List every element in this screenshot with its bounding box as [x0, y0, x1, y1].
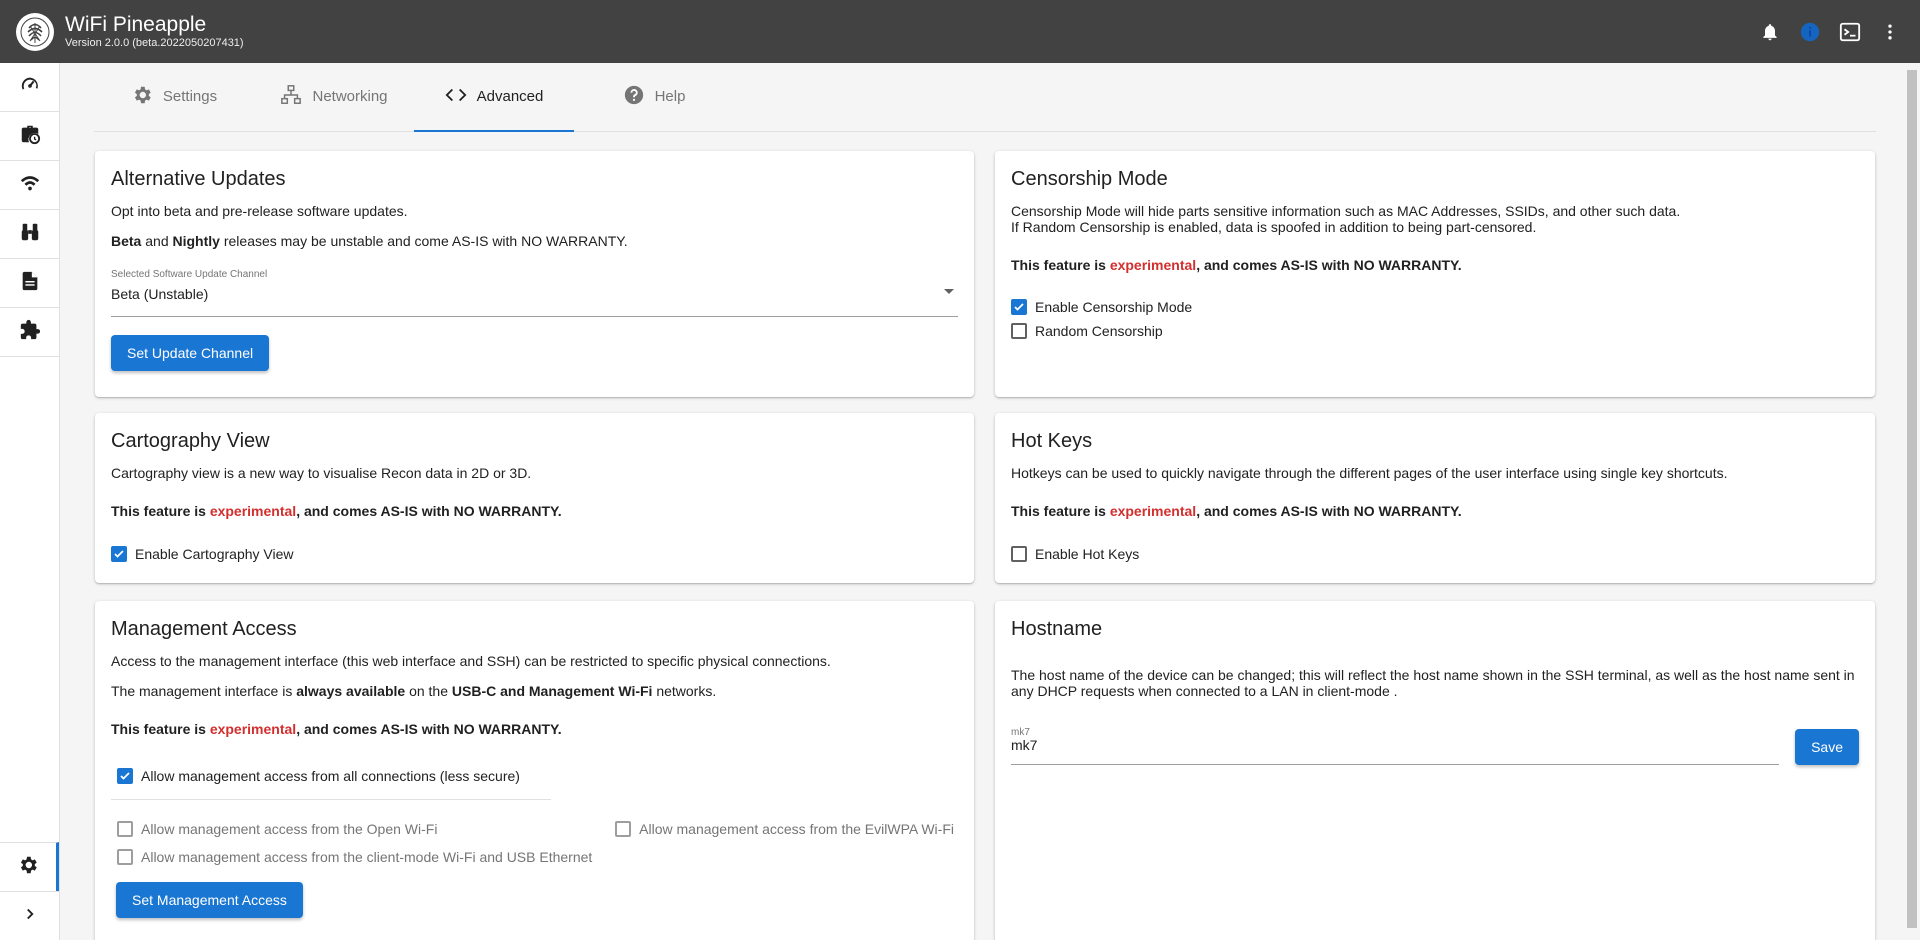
tab-label: Settings — [162, 88, 218, 105]
enable-hotkeys-row[interactable]: Enable Hot Keys — [1011, 545, 1859, 563]
set-management-access-button[interactable]: Set Management Access — [116, 882, 303, 918]
tab-networking[interactable]: Networking — [254, 62, 414, 131]
tab-label: Advanced — [476, 88, 544, 105]
sidebar-item-modules[interactable] — [0, 308, 59, 357]
enable-cartography-label: Enable Cartography View — [135, 546, 294, 562]
sidebar-item-settings[interactable] — [0, 842, 59, 891]
hostname-desc: The host name of the device can be chang… — [1011, 667, 1855, 699]
allow-open-wifi-checkbox[interactable] — [117, 821, 133, 837]
allow-all-row[interactable]: Allow management access from all connect… — [117, 767, 958, 785]
tab-label: Help — [654, 88, 686, 105]
hotkeys-card: Hot Keys Hotkeys can be used to quickly … — [995, 413, 1875, 583]
allow-open-wifi-label: Allow management access from the Open Wi… — [141, 821, 438, 837]
hostname-card: Hostname The host name of the device can… — [995, 601, 1875, 940]
puzzle-icon — [19, 319, 41, 346]
sidebar — [0, 63, 60, 940]
cartography-desc: Cartography view is a new way to visuali… — [111, 465, 532, 481]
app-title: WiFi Pineapple — [65, 13, 207, 36]
tab-help[interactable]: Help — [574, 62, 734, 131]
hotkeys-title: Hot Keys — [1011, 430, 1093, 452]
pineapple-logo-icon — [16, 12, 54, 51]
hostname-input[interactable] — [1011, 737, 1780, 753]
cartography-card: Cartography View Cartography view is a n… — [95, 413, 974, 583]
app-bar: WiFi Pineapple Version 2.0.0 (beta.20220… — [0, 0, 1920, 63]
censorship-desc-2: If Random Censorship is enabled, data is… — [1011, 219, 1537, 235]
random-censorship-checkbox[interactable] — [1011, 323, 1027, 339]
briefcase-clock-icon — [19, 123, 41, 150]
sidebar-item-wifi[interactable] — [0, 161, 59, 210]
tab-bar: Settings Networking Advanced Help — [94, 63, 1876, 132]
enable-censorship-label: Enable Censorship Mode — [1035, 299, 1193, 315]
enable-censorship-checkbox[interactable] — [1011, 299, 1027, 315]
updates-card: Alternative Updates Opt into beta and pr… — [95, 151, 974, 397]
info-icon[interactable] — [1798, 20, 1822, 44]
management-availability: The management interface is always avail… — [111, 683, 717, 699]
save-hostname-button[interactable]: Save — [1795, 729, 1859, 765]
wifi-icon — [19, 172, 41, 199]
chevron-right-icon — [21, 905, 39, 928]
enable-cartography-checkbox[interactable] — [111, 546, 127, 562]
sidebar-item-logs[interactable] — [0, 259, 59, 308]
tab-advanced[interactable]: Advanced — [414, 62, 574, 132]
hotkeys-desc: Hotkeys can be used to quickly navigate … — [1011, 465, 1728, 481]
hostname-title: Hostname — [1011, 618, 1103, 640]
help-icon — [623, 84, 645, 110]
management-desc: Access to the management interface (this… — [111, 653, 831, 669]
tab-label: Networking — [312, 88, 388, 105]
speedometer-icon — [19, 74, 41, 101]
censorship-desc-1: Censorship Mode will hide parts sensitiv… — [1011, 203, 1681, 219]
terminal-icon[interactable] — [1838, 20, 1862, 44]
random-censorship-row[interactable]: Random Censorship — [1011, 322, 1859, 340]
gear-icon — [17, 854, 39, 881]
hostname-field[interactable]: mk7 — [1011, 727, 1780, 765]
tab-settings[interactable]: Settings — [94, 62, 254, 131]
allow-client-mode-label: Allow management access from the client-… — [141, 849, 593, 865]
binoculars-icon — [19, 221, 41, 248]
bell-icon[interactable] — [1758, 20, 1782, 44]
allow-evilwpa-checkbox[interactable] — [615, 821, 632, 837]
sidebar-item-recon[interactable] — [0, 210, 59, 259]
network-icon — [280, 84, 302, 110]
select-value: Beta (Unstable) — [111, 286, 209, 302]
allow-evilwpa-row[interactable]: Allow management access from the EvilWPA… — [615, 820, 954, 838]
select-label: Selected Software Update Channel — [111, 269, 268, 280]
hotkeys-experimental-note: This feature is experimental, and comes … — [1011, 503, 1462, 519]
allow-client-mode-checkbox[interactable] — [117, 849, 133, 865]
management-title: Management Access — [111, 618, 297, 640]
scrollbar-thumb[interactable] — [1907, 70, 1917, 928]
allow-all-checkbox[interactable] — [117, 768, 133, 784]
caret-down-icon — [944, 289, 954, 294]
main-content: Settings Networking Advanced Help Altern… — [60, 63, 1904, 940]
sidebar-expand[interactable] — [0, 891, 59, 940]
enable-hotkeys-checkbox[interactable] — [1011, 546, 1027, 562]
updates-title: Alternative Updates — [111, 168, 286, 190]
enable-hotkeys-label: Enable Hot Keys — [1035, 546, 1140, 562]
update-channel-select[interactable]: Selected Software Update Channel Beta (U… — [111, 269, 958, 317]
updates-desc: Opt into beta and pre-release software u… — [111, 203, 408, 219]
cartography-title: Cartography View — [111, 430, 270, 452]
censorship-card: Censorship Mode Censorship Mode will hid… — [995, 151, 1875, 397]
management-card: Management Access Access to the manageme… — [95, 601, 974, 940]
sidebar-item-dashboard[interactable] — [0, 63, 59, 112]
management-experimental-note: This feature is experimental, and comes … — [111, 721, 562, 737]
app-version: Version 2.0.0 (beta.2022050207431) — [65, 37, 244, 49]
more-vert-icon[interactable] — [1878, 20, 1902, 44]
allow-open-wifi-row[interactable]: Allow management access from the Open Wi… — [117, 820, 437, 838]
allow-client-mode-row[interactable]: Allow management access from the client-… — [117, 848, 958, 866]
set-update-channel-button[interactable]: Set Update Channel — [111, 335, 270, 371]
updates-warning: Beta and Nightly releases may be unstabl… — [111, 233, 628, 249]
allow-all-label: Allow management access from all connect… — [141, 768, 520, 784]
censorship-title: Censorship Mode — [1011, 168, 1168, 190]
code-icon — [445, 84, 467, 110]
censorship-experimental-note: This feature is experimental, and comes … — [1011, 257, 1462, 273]
enable-censorship-row[interactable]: Enable Censorship Mode — [1011, 298, 1859, 316]
divider — [111, 799, 551, 800]
allow-evilwpa-label: Allow management access from the EvilWPA… — [639, 821, 954, 837]
document-icon — [19, 270, 41, 297]
gear-icon — [131, 84, 153, 110]
random-censorship-label: Random Censorship — [1035, 323, 1163, 339]
sidebar-item-campaigns[interactable] — [0, 112, 59, 161]
enable-cartography-row[interactable]: Enable Cartography View — [111, 545, 958, 563]
cartography-experimental-note: This feature is experimental, and comes … — [111, 503, 562, 519]
